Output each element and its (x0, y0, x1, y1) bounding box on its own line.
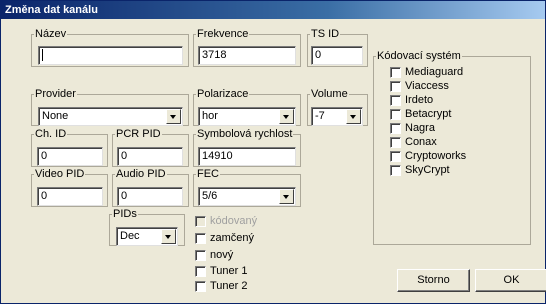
audiopid-label: Audio PID (116, 168, 166, 180)
enc-checkbox-betacrypt[interactable]: Betacrypt (390, 108, 451, 120)
tsid-input[interactable]: 0 (311, 46, 363, 65)
volume-label: Volume (311, 88, 348, 100)
enc-box[interactable] (390, 108, 401, 120)
pcrpid-label: PCR PID (116, 128, 161, 140)
ok-button[interactable]: OK (475, 269, 546, 292)
provider-dropdown-button[interactable] (166, 109, 181, 124)
tuner2-label: Tuner 2 (210, 280, 248, 292)
symbolova-input[interactable]: 14910 (198, 147, 296, 166)
enc-label: Mediaguard (405, 66, 464, 78)
polarizace-label: Polarizace (197, 88, 249, 100)
enc-checkbox-nagra[interactable]: Nagra (390, 122, 435, 134)
provider-select[interactable]: None (38, 107, 183, 126)
enc-label: Nagra (405, 122, 435, 134)
enc-label: Betacrypt (405, 108, 452, 120)
enc-box[interactable] (390, 122, 401, 134)
kodovany-box (195, 215, 206, 227)
polarizace-dropdown-button[interactable] (279, 109, 294, 124)
enc-checkbox-skycrypt[interactable]: SkyCrypt (390, 164, 450, 176)
zamceny-label: zamčený (210, 232, 255, 244)
zamceny-box[interactable] (195, 232, 206, 244)
enc-checkbox-conax[interactable]: Conax (390, 136, 437, 148)
tsid-label: TS ID (311, 28, 340, 40)
chevron-down-icon (170, 115, 176, 119)
polarizace-value: hor (202, 110, 218, 122)
chid-label: Ch. ID (35, 128, 67, 140)
pids-label: PIDs (113, 208, 137, 220)
enc-label: Viaccess (405, 80, 449, 92)
tuner2-checkbox[interactable]: Tuner 2 (195, 280, 248, 292)
chevron-down-icon (165, 235, 171, 239)
symbolova-label: Symbolová rychlost (197, 128, 293, 140)
enc-box[interactable] (390, 164, 401, 176)
frekvence-label: Frekvence (197, 28, 249, 40)
pids-dropdown-button[interactable] (161, 229, 176, 244)
dialog-window: Změna dat kanálu Název Frekvence 3718 TS… (0, 0, 546, 304)
dialog-title: Změna dat kanálu (1, 1, 545, 19)
provider-value: None (42, 110, 69, 122)
zamceny-checkbox[interactable]: zamčený (195, 232, 254, 244)
enc-box[interactable] (390, 94, 401, 106)
fec-value: 5/6 (202, 190, 218, 202)
chevron-down-icon (350, 115, 356, 119)
fec-dropdown-button[interactable] (279, 189, 294, 204)
kodovaci-label: Kódovací systém (377, 50, 461, 62)
kodovany-checkbox: kódovaný (195, 215, 257, 227)
videopid-input[interactable]: 0 (37, 187, 103, 206)
nazev-input[interactable] (38, 46, 183, 65)
enc-label: Conax (405, 136, 437, 148)
enc-checkbox-cryptoworks[interactable]: Cryptoworks (390, 150, 466, 162)
kodovany-label: kódovaný (210, 215, 258, 227)
novy-label: nový (210, 249, 234, 261)
enc-checkbox-mediaguard[interactable]: Mediaguard (390, 66, 463, 78)
enc-box[interactable] (390, 150, 401, 162)
pids-select[interactable]: Dec (116, 227, 178, 246)
tuner1-label: Tuner 1 (210, 265, 248, 277)
enc-label: SkyCrypt (405, 164, 450, 176)
volume-value: -7 (315, 110, 325, 122)
storno-button[interactable]: Storno (397, 269, 470, 292)
enc-label: Cryptoworks (405, 150, 467, 162)
novy-checkbox[interactable]: nový (195, 249, 233, 261)
enc-box[interactable] (390, 66, 401, 78)
pids-value: Dec (120, 230, 140, 242)
chevron-down-icon (283, 115, 289, 119)
tuner1-checkbox[interactable]: Tuner 1 (195, 265, 248, 277)
chid-input[interactable]: 0 (37, 147, 103, 166)
fec-select[interactable]: 5/6 (198, 187, 296, 206)
volume-dropdown-button[interactable] (346, 109, 361, 124)
pcrpid-input[interactable]: 0 (117, 147, 183, 166)
provider-label: Provider (35, 88, 76, 100)
frekvence-input[interactable]: 3718 (198, 46, 296, 65)
enc-checkbox-viaccess[interactable]: Viaccess (390, 80, 449, 92)
enc-label: Irdeto (405, 94, 434, 106)
fec-label: FEC (197, 168, 219, 180)
enc-box[interactable] (390, 136, 401, 148)
videopid-label: Video PID (35, 168, 85, 180)
novy-box[interactable] (195, 249, 206, 261)
nazev-label: Název (35, 28, 67, 40)
enc-checkbox-irdeto[interactable]: Irdeto (390, 94, 433, 106)
audiopid-input[interactable]: 0 (117, 187, 183, 206)
volume-select[interactable]: -7 (311, 107, 363, 126)
chevron-down-icon (283, 195, 289, 199)
enc-box[interactable] (390, 80, 401, 92)
tuner2-box[interactable] (195, 280, 206, 292)
tuner1-box[interactable] (195, 265, 206, 277)
polarizace-select[interactable]: hor (198, 107, 296, 126)
